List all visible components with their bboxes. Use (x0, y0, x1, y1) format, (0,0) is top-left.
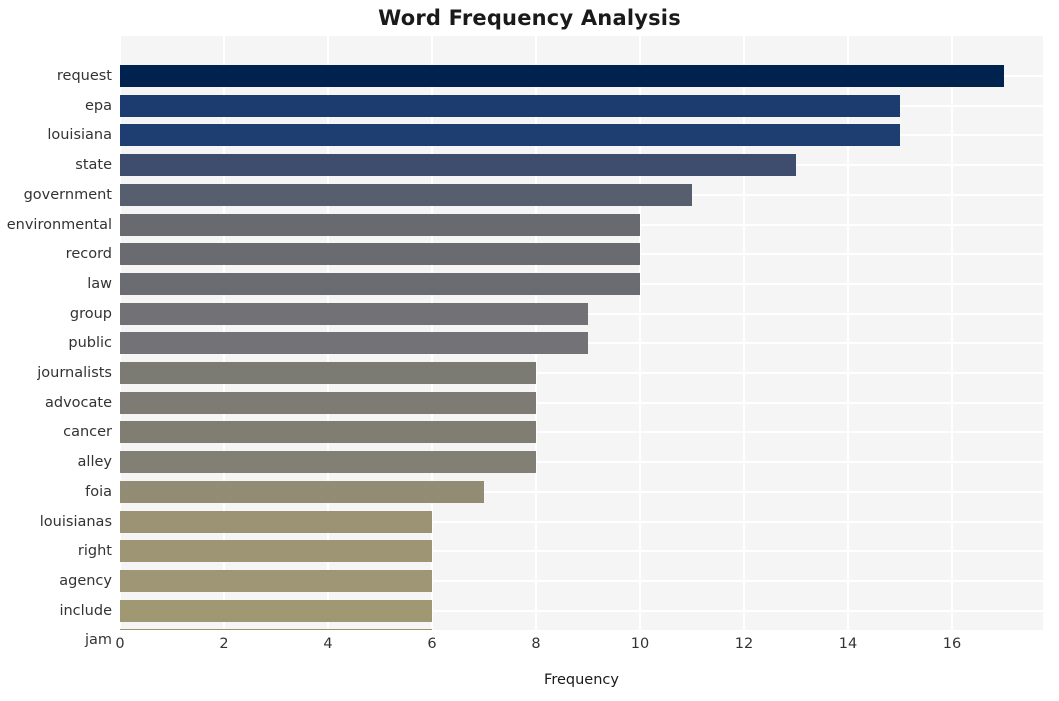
bar-row[interactable] (120, 391, 1043, 414)
bar-row[interactable] (120, 243, 1043, 266)
y-axis-tick-label: alley (77, 454, 112, 471)
bar-row[interactable] (120, 213, 1043, 236)
y-axis-tick-label: louisianas (39, 513, 112, 530)
x-axis-label: Frequency (544, 672, 619, 688)
bar[interactable] (120, 569, 432, 592)
bar[interactable] (120, 510, 432, 533)
y-axis-tick-labels: request epa louisiana state government enviro… (0, 36, 112, 648)
bar[interactable] (120, 391, 536, 414)
y-axis-tick-label: public (68, 335, 112, 352)
y-axis-tick-label: journalists (37, 365, 112, 381)
x-axis-tick-label: 2 (219, 636, 229, 652)
bar[interactable] (120, 124, 900, 147)
y-axis-tick-label: advocate (44, 394, 112, 411)
x-axis-tick-labels: 0 2 4 6 8 10 12 14 16 (0, 636, 1059, 660)
y-axis-tick-label: cancer (63, 424, 112, 441)
y-axis-tick-label: state (75, 157, 112, 174)
y-axis-tick-label: government (23, 186, 112, 203)
bar[interactable] (120, 154, 796, 177)
bar[interactable] (120, 302, 588, 325)
y-axis-tick-label: group (69, 305, 112, 322)
x-axis-tick-label: 16 (942, 636, 962, 652)
bar[interactable] (120, 272, 640, 295)
bar[interactable] (120, 183, 692, 206)
bar-row[interactable] (120, 94, 1043, 117)
bar[interactable] (120, 540, 432, 563)
y-axis-tick-label: include (59, 602, 112, 619)
y-axis-tick-label: right (77, 543, 112, 560)
bar-row[interactable] (120, 124, 1043, 147)
y-axis-tick-label: epa (84, 97, 112, 114)
x-axis-tick-label: 12 (734, 636, 754, 652)
bar-row[interactable] (120, 540, 1043, 563)
bar-row[interactable] (120, 65, 1043, 87)
bar[interactable] (120, 362, 536, 384)
bar-row[interactable] (120, 332, 1043, 355)
bar-row[interactable] (120, 480, 1043, 503)
x-axis-tick-label: 14 (838, 636, 858, 652)
bar-row[interactable] (120, 451, 1043, 474)
page-title: Word Frequency Analysis (378, 6, 681, 30)
x-axis-tick-label: 0 (115, 636, 125, 652)
y-axis-tick-label: louisiana (47, 127, 112, 144)
bar[interactable] (120, 629, 432, 630)
x-axis-tick-label: 4 (323, 636, 333, 652)
y-axis-tick-label: foia (85, 483, 112, 500)
y-axis-tick-label: request (56, 68, 112, 84)
y-axis-tick-label: record (65, 246, 112, 263)
y-axis-tick-label: law (87, 275, 112, 292)
plot-area (120, 36, 1043, 630)
x-axis-tick-label: 8 (531, 636, 541, 652)
bar-row[interactable] (120, 272, 1043, 295)
y-axis-tick-label: agency (59, 572, 112, 589)
x-axis-tick-label: 10 (630, 636, 650, 652)
bar-row[interactable] (120, 362, 1043, 384)
bar[interactable] (120, 480, 484, 503)
bar-row[interactable] (120, 599, 1043, 622)
bar[interactable] (120, 599, 432, 622)
bar[interactable] (120, 243, 640, 266)
bar-row[interactable] (120, 421, 1043, 444)
bar-row[interactable] (120, 510, 1043, 533)
bar-row[interactable] (120, 302, 1043, 325)
bar[interactable] (120, 451, 536, 474)
bar-row[interactable] (120, 183, 1043, 206)
bar[interactable] (120, 94, 900, 117)
bar-row[interactable] (120, 629, 1043, 630)
bar[interactable] (120, 213, 640, 236)
bar[interactable] (120, 65, 1004, 87)
bar-row[interactable] (120, 154, 1043, 177)
chart-figure: Word Frequency Analysis request epa louisi… (0, 0, 1059, 701)
bar[interactable] (120, 332, 588, 355)
y-axis-tick-label: environmental (6, 216, 112, 233)
x-axis-tick-label: 6 (427, 636, 437, 652)
bar-row[interactable] (120, 569, 1043, 592)
bar[interactable] (120, 421, 536, 444)
